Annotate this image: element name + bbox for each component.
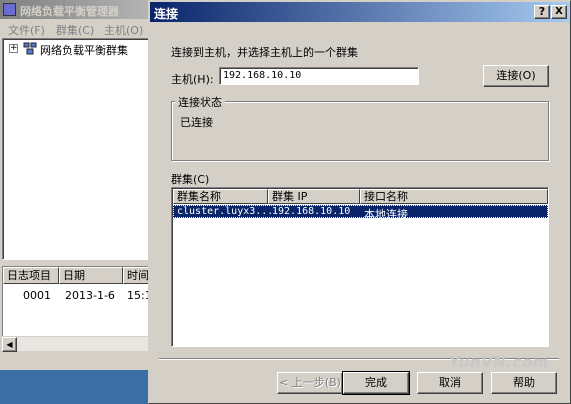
status-text: 已连接 bbox=[180, 116, 213, 129]
col-cluster-name[interactable]: 群集名称 bbox=[173, 189, 268, 204]
log-row[interactable]: 0001 2013-1-6 15:1 bbox=[3, 289, 153, 303]
cluster-group-icon bbox=[23, 42, 37, 55]
taskbar-strip bbox=[0, 370, 150, 404]
watermark: YunVN.com bbox=[449, 353, 549, 371]
log-hscrollbar[interactable]: ◀ bbox=[2, 336, 152, 352]
nlb-app-icon bbox=[3, 3, 16, 16]
log-header: 日志项目 日期 时间 bbox=[3, 267, 163, 284]
nlb-manager-title: 网络负载平衡管理器 bbox=[20, 5, 119, 18]
clusters-label: 群集(C) bbox=[171, 173, 210, 186]
menu-file[interactable]: 文件(F) bbox=[8, 22, 45, 38]
col-interface-name[interactable]: 接口名称 bbox=[360, 189, 548, 204]
host-input[interactable]: 192.168.10.10 bbox=[219, 67, 419, 85]
clusters-listview[interactable]: 群集名称 群集 IP 接口名称 cluster.luyx3... 192.168… bbox=[171, 187, 549, 347]
scroll-left-button[interactable]: ◀ bbox=[2, 337, 17, 352]
connect-dialog: 连接 ? X 连接到主机，并选择主机上的一个群集 主机(H): 192.168.… bbox=[148, 0, 571, 404]
nlb-menubar: 文件(F) 群集(C) 主机(O) bbox=[0, 20, 152, 37]
status-group-label: 连接状态 bbox=[175, 94, 225, 110]
clusters-header: 群集名称 群集 IP 接口名称 bbox=[173, 189, 548, 204]
log-col-item[interactable]: 日志项目 bbox=[3, 267, 59, 284]
cluster-row-ip: 192.168.10.10 bbox=[272, 206, 351, 217]
help-button[interactable]: 帮助 bbox=[491, 372, 557, 394]
back-button[interactable]: < 上一步(B) bbox=[277, 372, 343, 394]
dialog-title: 连接 bbox=[154, 7, 179, 21]
cluster-tree-pane: + 网络负载平衡群集 bbox=[2, 38, 152, 260]
connect-button[interactable]: 连接(O) bbox=[483, 65, 549, 87]
cluster-row-name: cluster.luyx3... bbox=[177, 206, 274, 217]
log-col-date[interactable]: 日期 bbox=[59, 267, 123, 284]
cluster-row[interactable]: cluster.luyx3... 192.168.10.10 本地连接 bbox=[173, 205, 548, 221]
nlb-manager-window: 网络负载平衡管理器 文件(F) 群集(C) 主机(O) + 网络负载平衡群集 日… bbox=[0, 0, 163, 370]
close-title-button[interactable]: X bbox=[551, 5, 567, 19]
col-cluster-ip[interactable]: 群集 IP bbox=[268, 189, 360, 204]
help-title-button[interactable]: ? bbox=[534, 5, 550, 19]
dialog-instruction: 连接到主机，并选择主机上的一个群集 bbox=[171, 46, 358, 59]
status-groupbox bbox=[171, 101, 549, 161]
host-input-value: 192.168.10.10 bbox=[223, 70, 302, 81]
finish-button[interactable]: 完成 bbox=[342, 371, 410, 395]
log-row-id: 0001 bbox=[23, 289, 51, 302]
cluster-row-iface: 本地连接 bbox=[364, 208, 408, 221]
log-row-date: 2013-1-6 bbox=[65, 289, 115, 302]
host-label: 主机(H): bbox=[171, 73, 214, 86]
nlb-manager-titlebar[interactable]: 网络负载平衡管理器 bbox=[0, 0, 152, 19]
dialog-titlebar[interactable]: 连接 ? X bbox=[150, 2, 569, 22]
menu-host[interactable]: 主机(O) bbox=[104, 22, 143, 38]
menu-cluster[interactable]: 群集(C) bbox=[56, 22, 94, 38]
tree-expand-icon[interactable]: + bbox=[9, 44, 18, 53]
cancel-button[interactable]: 取消 bbox=[417, 372, 483, 394]
tree-root-label[interactable]: 网络负载平衡群集 bbox=[40, 42, 128, 58]
